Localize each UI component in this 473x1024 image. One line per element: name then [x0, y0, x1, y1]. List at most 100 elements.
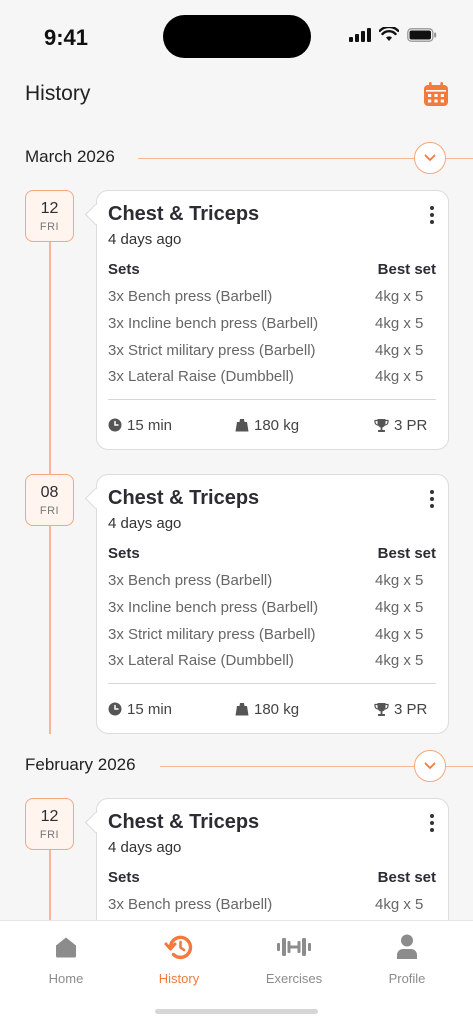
- sets-header: Sets Best set: [108, 261, 436, 281]
- workout-card[interactable]: Chest & Triceps 4 days ago Sets Best set…: [96, 474, 449, 734]
- trophy-icon: [374, 418, 389, 432]
- dumbbell-icon: [277, 938, 311, 956]
- volume-stat: 180 kg: [235, 415, 299, 435]
- header: History: [0, 72, 473, 122]
- tab-bar: Home History Exercises Profile: [0, 920, 473, 1024]
- workout-card[interactable]: Chest & Triceps 4 days ago Sets Best set…: [96, 798, 449, 920]
- exercise-row[interactable]: 3x Strict military press (Barbell) 4kg x…: [108, 342, 436, 364]
- exercise-best-set: 4kg x 5: [375, 652, 424, 669]
- signal-icon: [349, 27, 371, 42]
- workout-date-relative: 4 days ago: [108, 839, 182, 856]
- tab-label: Profile: [388, 971, 426, 986]
- more-options-button[interactable]: [424, 203, 440, 229]
- best-set-column-label: Best set: [377, 545, 436, 562]
- exercise-row[interactable]: 3x Incline bench press (Barbell) 4kg x 5: [108, 315, 436, 337]
- best-set-column-label: Best set: [377, 261, 436, 278]
- card-divider: [108, 399, 436, 400]
- exercise-best-set: 4kg x 5: [375, 599, 424, 616]
- month-header: February 2026: [0, 746, 473, 786]
- exercise-row[interactable]: 3x Incline bench press (Barbell) 4kg x 5: [108, 599, 436, 621]
- date-badge: 08 FRI: [25, 474, 74, 526]
- weight-icon: [235, 419, 249, 432]
- workout-title: Chest & Triceps: [108, 811, 260, 833]
- date-day: 12: [40, 200, 59, 217]
- tab-label: Exercises: [265, 971, 323, 986]
- status-time: 9:41: [44, 25, 89, 50]
- sets-header: Sets Best set: [108, 545, 436, 565]
- duration-value: 15 min: [127, 416, 173, 434]
- tab-history[interactable]: History: [129, 933, 229, 993]
- volume-stat: 180 kg: [235, 699, 299, 719]
- month-collapse-button[interactable]: [414, 750, 446, 782]
- month-divider: [160, 766, 414, 767]
- exercise-row[interactable]: 3x Strict military press (Barbell) 4kg x…: [108, 626, 436, 648]
- date-day: 12: [40, 808, 59, 825]
- exercise-row[interactable]: 3x Bench press (Barbell) 4kg x 5: [108, 288, 436, 310]
- sets-column-label: Sets: [108, 869, 140, 886]
- tab-label: History: [158, 971, 200, 986]
- exercise-name: 3x Strict military press (Barbell): [108, 626, 316, 643]
- exercise-best-set: 4kg x 5: [375, 626, 424, 643]
- calendar-button[interactable]: [423, 81, 449, 107]
- pr-value: 3 PR: [394, 416, 428, 434]
- exercise-name: 3x Incline bench press (Barbell): [108, 599, 319, 616]
- tab-label: Home: [48, 971, 84, 986]
- month-divider: [446, 158, 473, 159]
- history-list[interactable]: March 2026 12 FRI Chest & Triceps 4 days…: [0, 130, 473, 920]
- weight-icon: [235, 703, 249, 716]
- exercise-best-set: 4kg x 5: [375, 896, 424, 913]
- battery-icon: [407, 27, 437, 42]
- exercise-name: 3x Incline bench press (Barbell): [108, 315, 319, 332]
- pr-value: 3 PR: [394, 700, 428, 718]
- exercise-row[interactable]: 3x Lateral Raise (Dumbbell) 4kg x 5: [108, 652, 436, 674]
- tab-profile[interactable]: Profile: [357, 933, 457, 993]
- date-badge: 12 FRI: [25, 798, 74, 850]
- exercise-best-set: 4kg x 5: [375, 315, 424, 332]
- date-weekday: FRI: [39, 505, 60, 517]
- exercise-row[interactable]: 3x Bench press (Barbell) 4kg x 5: [108, 896, 436, 918]
- duration-stat: 15 min: [108, 699, 172, 719]
- month-header: March 2026: [0, 138, 473, 178]
- chevron-down-icon: [424, 762, 436, 769]
- timeline-line: [49, 850, 51, 920]
- workout-title: Chest & Triceps: [108, 487, 260, 509]
- month-label: March 2026: [25, 147, 115, 166]
- status-icons: [349, 27, 437, 42]
- exercise-name: 3x Lateral Raise (Dumbbell): [108, 368, 294, 385]
- exercise-name: 3x Lateral Raise (Dumbbell): [108, 652, 294, 669]
- exercise-best-set: 4kg x 5: [375, 368, 424, 385]
- pr-stat: 3 PR: [374, 699, 427, 719]
- home-icon: [56, 937, 76, 958]
- more-options-button[interactable]: [424, 811, 440, 837]
- exercise-best-set: 4kg x 5: [375, 572, 424, 589]
- month-divider: [446, 766, 473, 767]
- month-collapse-button[interactable]: [414, 142, 446, 174]
- exercise-name: 3x Bench press (Barbell): [108, 288, 273, 305]
- sets-header: Sets Best set: [108, 869, 436, 889]
- volume-value: 180 kg: [254, 416, 300, 434]
- tab-home[interactable]: Home: [16, 933, 116, 993]
- exercise-best-set: 4kg x 5: [375, 288, 424, 305]
- workout-date-relative: 4 days ago: [108, 231, 182, 248]
- card-divider: [108, 683, 436, 684]
- month-label: February 2026: [25, 755, 136, 774]
- workout-card[interactable]: Chest & Triceps 4 days ago Sets Best set…: [96, 190, 449, 450]
- profile-icon: [397, 934, 417, 959]
- exercise-row[interactable]: 3x Lateral Raise (Dumbbell) 4kg x 5: [108, 368, 436, 390]
- status-bar: 9:41: [0, 0, 473, 72]
- clock-icon: [108, 702, 122, 716]
- more-options-button[interactable]: [424, 487, 440, 513]
- volume-value: 180 kg: [254, 700, 300, 718]
- chevron-down-icon: [424, 154, 436, 161]
- workout-title: Chest & Triceps: [108, 203, 260, 225]
- wifi-icon: [379, 27, 399, 41]
- sets-column-label: Sets: [108, 545, 140, 562]
- duration-stat: 15 min: [108, 415, 172, 435]
- exercise-row[interactable]: 3x Bench press (Barbell) 4kg x 5: [108, 572, 436, 594]
- date-weekday: FRI: [39, 221, 60, 233]
- tab-exercises[interactable]: Exercises: [244, 933, 344, 993]
- sets-column-label: Sets: [108, 261, 140, 278]
- history-icon: [164, 935, 193, 960]
- best-set-column-label: Best set: [377, 869, 436, 886]
- clock-icon: [108, 418, 122, 432]
